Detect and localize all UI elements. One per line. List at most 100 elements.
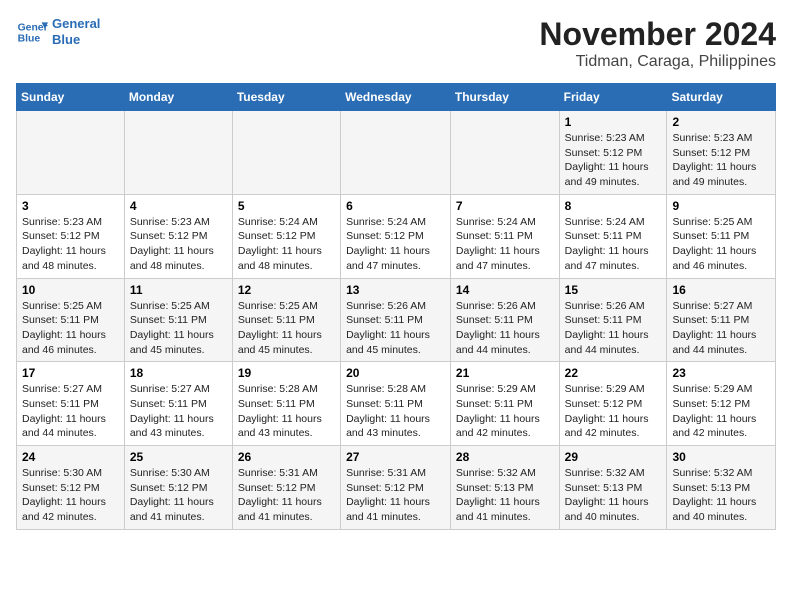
day-info: Sunrise: 5:25 AM Sunset: 5:11 PM Dayligh… — [238, 299, 335, 358]
day-info: Sunrise: 5:32 AM Sunset: 5:13 PM Dayligh… — [456, 466, 554, 525]
day-number: 27 — [346, 450, 445, 464]
day-info: Sunrise: 5:31 AM Sunset: 5:12 PM Dayligh… — [238, 466, 335, 525]
weekday-header-saturday: Saturday — [667, 84, 776, 111]
calendar-cell: 16 Sunrise: 5:27 AM Sunset: 5:11 PM Dayli… — [667, 278, 776, 362]
calendar-week-row: 1 Sunrise: 5:23 AM Sunset: 5:12 PM Daylig… — [17, 111, 776, 195]
day-number: 13 — [346, 283, 445, 297]
day-info: Sunrise: 5:23 AM Sunset: 5:12 PM Dayligh… — [565, 131, 662, 190]
day-number: 6 — [346, 199, 445, 213]
day-number: 3 — [22, 199, 119, 213]
calendar-week-row: 24 Sunrise: 5:30 AM Sunset: 5:12 PM Dayli… — [17, 446, 776, 530]
day-number: 24 — [22, 450, 119, 464]
calendar-cell: 7 Sunrise: 5:24 AM Sunset: 5:11 PM Daylig… — [450, 194, 559, 278]
calendar-week-row: 17 Sunrise: 5:27 AM Sunset: 5:11 PM Dayli… — [17, 362, 776, 446]
day-info: Sunrise: 5:27 AM Sunset: 5:11 PM Dayligh… — [22, 382, 119, 441]
day-info: Sunrise: 5:26 AM Sunset: 5:11 PM Dayligh… — [565, 299, 662, 358]
weekday-header-wednesday: Wednesday — [341, 84, 451, 111]
calendar-cell: 13 Sunrise: 5:26 AM Sunset: 5:11 PM Dayli… — [341, 278, 451, 362]
calendar-cell: 28 Sunrise: 5:32 AM Sunset: 5:13 PM Dayli… — [450, 446, 559, 530]
logo: General Blue General Blue — [16, 16, 100, 48]
day-info: Sunrise: 5:29 AM Sunset: 5:12 PM Dayligh… — [565, 382, 662, 441]
day-number: 9 — [672, 199, 770, 213]
day-number: 1 — [565, 115, 662, 129]
calendar-cell: 18Sunrise: 5:27 AM Sunset: 5:11 PM Dayli… — [124, 362, 232, 446]
calendar-cell: 2Sunrise: 5:23 AM Sunset: 5:12 PM Daylig… — [667, 111, 776, 195]
calendar-cell: 20 Sunrise: 5:28 AM Sunset: 5:11 PM Dayli… — [341, 362, 451, 446]
day-number: 26 — [238, 450, 335, 464]
day-number: 25 — [130, 450, 227, 464]
title-block: November 2024 Tidman, Caraga, Philippine… — [539, 16, 776, 71]
calendar-cell: 1 Sunrise: 5:23 AM Sunset: 5:12 PM Daylig… — [559, 111, 667, 195]
calendar-cell: 9 Sunrise: 5:25 AM Sunset: 5:11 PM Daylig… — [667, 194, 776, 278]
day-info: Sunrise: 5:27 AM Sunset: 5:11 PM Dayligh… — [130, 382, 227, 441]
logo-line1: General — [52, 16, 100, 31]
day-info: Sunrise: 5:25 AM Sunset: 5:11 PM Dayligh… — [130, 299, 227, 358]
calendar-cell: 23Sunrise: 5:29 AM Sunset: 5:12 PM Dayli… — [667, 362, 776, 446]
day-info: Sunrise: 5:27 AM Sunset: 5:11 PM Dayligh… — [672, 299, 770, 358]
calendar-cell: 30Sunrise: 5:32 AM Sunset: 5:13 PM Dayli… — [667, 446, 776, 530]
day-info: Sunrise: 5:23 AM Sunset: 5:12 PM Dayligh… — [22, 215, 119, 274]
day-number: 4 — [130, 199, 227, 213]
calendar-cell: 21 Sunrise: 5:29 AM Sunset: 5:11 PM Dayli… — [450, 362, 559, 446]
calendar-cell — [450, 111, 559, 195]
day-number: 5 — [238, 199, 335, 213]
calendar-week-row: 10 Sunrise: 5:25 AM Sunset: 5:11 PM Dayli… — [17, 278, 776, 362]
day-info: Sunrise: 5:30 AM Sunset: 5:12 PM Dayligh… — [22, 466, 119, 525]
calendar-cell: 10 Sunrise: 5:25 AM Sunset: 5:11 PM Dayli… — [17, 278, 125, 362]
page-header: General Blue General Blue November 2024 … — [16, 16, 776, 71]
calendar-cell — [341, 111, 451, 195]
day-info: Sunrise: 5:29 AM Sunset: 5:11 PM Dayligh… — [456, 382, 554, 441]
weekday-header-monday: Monday — [124, 84, 232, 111]
day-info: Sunrise: 5:25 AM Sunset: 5:11 PM Dayligh… — [22, 299, 119, 358]
calendar-week-row: 3 Sunrise: 5:23 AM Sunset: 5:12 PM Daylig… — [17, 194, 776, 278]
day-info: Sunrise: 5:31 AM Sunset: 5:12 PM Dayligh… — [346, 466, 445, 525]
logo-text: General Blue — [52, 16, 100, 47]
calendar-cell: 4 Sunrise: 5:23 AM Sunset: 5:12 PM Daylig… — [124, 194, 232, 278]
calendar-header-row: SundayMondayTuesdayWednesdayThursdayFrid… — [17, 84, 776, 111]
day-info: Sunrise: 5:28 AM Sunset: 5:11 PM Dayligh… — [346, 382, 445, 441]
day-info: Sunrise: 5:23 AM Sunset: 5:12 PM Dayligh… — [130, 215, 227, 274]
day-info: Sunrise: 5:24 AM Sunset: 5:11 PM Dayligh… — [456, 215, 554, 274]
calendar-cell: 6 Sunrise: 5:24 AM Sunset: 5:12 PM Daylig… — [341, 194, 451, 278]
day-number: 20 — [346, 366, 445, 380]
day-number: 7 — [456, 199, 554, 213]
calendar-cell: 17 Sunrise: 5:27 AM Sunset: 5:11 PM Dayli… — [17, 362, 125, 446]
weekday-header-tuesday: Tuesday — [232, 84, 340, 111]
calendar-cell — [232, 111, 340, 195]
svg-text:Blue: Blue — [18, 34, 41, 45]
calendar-cell: 19Sunrise: 5:28 AM Sunset: 5:11 PM Dayli… — [232, 362, 340, 446]
day-number: 30 — [672, 450, 770, 464]
calendar-cell: 11 Sunrise: 5:25 AM Sunset: 5:11 PM Dayli… — [124, 278, 232, 362]
day-info: Sunrise: 5:25 AM Sunset: 5:11 PM Dayligh… — [672, 215, 770, 274]
calendar-cell: 29 Sunrise: 5:32 AM Sunset: 5:13 PM Dayli… — [559, 446, 667, 530]
calendar-cell: 14 Sunrise: 5:26 AM Sunset: 5:11 PM Dayli… — [450, 278, 559, 362]
day-number: 15 — [565, 283, 662, 297]
day-number: 2 — [672, 115, 770, 129]
day-info: Sunrise: 5:24 AM Sunset: 5:12 PM Dayligh… — [238, 215, 335, 274]
day-number: 21 — [456, 366, 554, 380]
calendar-cell: 26 Sunrise: 5:31 AM Sunset: 5:12 PM Dayli… — [232, 446, 340, 530]
calendar-cell: 3 Sunrise: 5:23 AM Sunset: 5:12 PM Daylig… — [17, 194, 125, 278]
day-number: 29 — [565, 450, 662, 464]
day-number: 10 — [22, 283, 119, 297]
calendar-cell: 24 Sunrise: 5:30 AM Sunset: 5:12 PM Dayli… — [17, 446, 125, 530]
calendar-cell: 22Sunrise: 5:29 AM Sunset: 5:12 PM Dayli… — [559, 362, 667, 446]
day-number: 14 — [456, 283, 554, 297]
day-number: 28 — [456, 450, 554, 464]
day-number: 16 — [672, 283, 770, 297]
day-info: Sunrise: 5:26 AM Sunset: 5:11 PM Dayligh… — [456, 299, 554, 358]
day-info: Sunrise: 5:26 AM Sunset: 5:11 PM Dayligh… — [346, 299, 445, 358]
calendar-cell: 15 Sunrise: 5:26 AM Sunset: 5:11 PM Dayli… — [559, 278, 667, 362]
calendar-cell — [17, 111, 125, 195]
calendar-table: SundayMondayTuesdayWednesdayThursdayFrid… — [16, 83, 776, 530]
day-info: Sunrise: 5:28 AM Sunset: 5:11 PM Dayligh… — [238, 382, 335, 441]
day-info: Sunrise: 5:24 AM Sunset: 5:12 PM Dayligh… — [346, 215, 445, 274]
weekday-header-thursday: Thursday — [450, 84, 559, 111]
day-number: 12 — [238, 283, 335, 297]
day-number: 11 — [130, 283, 227, 297]
day-info: Sunrise: 5:29 AM Sunset: 5:12 PM Dayligh… — [672, 382, 770, 441]
day-info: Sunrise: 5:32 AM Sunset: 5:13 PM Dayligh… — [565, 466, 662, 525]
day-number: 17 — [22, 366, 119, 380]
calendar-cell: 5 Sunrise: 5:24 AM Sunset: 5:12 PM Daylig… — [232, 194, 340, 278]
weekday-header-sunday: Sunday — [17, 84, 125, 111]
